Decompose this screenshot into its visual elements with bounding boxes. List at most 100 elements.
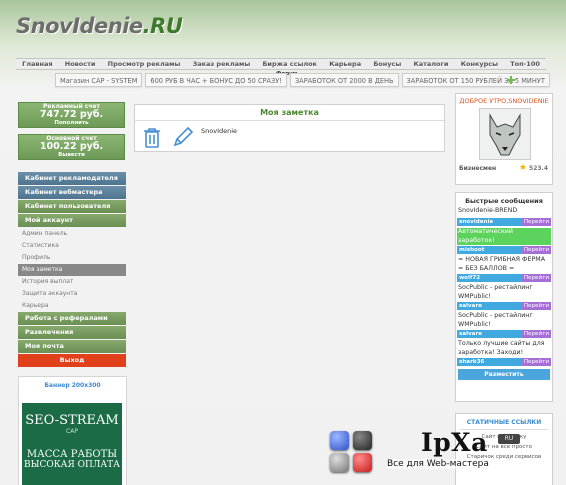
withdraw-link[interactable]: Вывести: [19, 152, 124, 158]
quick-messages-box: Быстрые сообщения SnovIdenie-BREND snovid…: [455, 192, 553, 402]
submenu-payout-history[interactable]: История выплат: [18, 276, 126, 288]
profile-box: ДОБРОЕ УТРО,SNOVIDENIE Бизнесмен ★ 523.4: [455, 93, 553, 185]
ad-balance-box: Рекламный счет 747.72 руб. Пополнить: [18, 102, 125, 128]
quick-message: SocPublic - рестайлинг WMPublic! salvare П…: [456, 282, 552, 310]
plus-icon[interactable]: [506, 75, 516, 85]
menu-user-cabinet[interactable]: Кабинет пользователя: [18, 200, 126, 213]
submenu-profile[interactable]: Профиль: [18, 252, 126, 264]
submenu-career[interactable]: Карьера: [18, 300, 126, 312]
ipxa-tagline: Все для Web-мастера: [387, 459, 489, 469]
quick-message-user[interactable]: salvare: [457, 330, 522, 338]
menu-my-mail[interactable]: Моя почта: [18, 340, 126, 353]
menu-advertiser-cabinet[interactable]: Кабинет рекламодателя: [18, 172, 126, 185]
quick-message-meta: wolf72 Перейти: [457, 274, 551, 282]
star-icon: ★: [518, 163, 527, 173]
ad-ticker: Магазин САР - SYSTEM 600 РУБ В ЧАС + БОН…: [55, 73, 550, 87]
main-balance-box: Основной счет 100.22 руб. Вывести: [18, 134, 125, 160]
quick-message: Только лучшие сайты для заработка! Заход…: [456, 338, 552, 366]
menu-webmaster-cabinet[interactable]: Кабинет вебмастера: [18, 186, 126, 199]
banner-title: Баннер 200x300: [44, 382, 101, 389]
user-status: Бизнесмен: [459, 165, 497, 172]
post-message-button[interactable]: Разместить: [458, 369, 550, 380]
quick-message: = НОВАЯ ГРИБНАЯ ФЕРМА = БЕЗ БАЛЛОВ = wolf…: [456, 254, 552, 282]
logo-text: SnovIdenie: [16, 14, 143, 38]
banner-line1: МАССА РАБОТЫ: [26, 449, 118, 460]
note-panel: Моя заметка SnovIdenie: [134, 104, 445, 152]
quick-message-meta: snovidenie Перейти: [457, 218, 551, 226]
nav-item-top100[interactable]: Топ-100: [510, 60, 540, 68]
note-title: Моя заметка: [135, 105, 444, 121]
goto-link[interactable]: Перейти: [521, 358, 551, 366]
quick-message-meta: mishoot Перейти: [457, 246, 551, 254]
quick-message-meta: salvare Перейти: [457, 302, 551, 310]
banner-box: Баннер 200x300 SEO-STREAM CAP МАССА РАБО…: [18, 376, 127, 485]
menu-my-account[interactable]: Мой аккаунт: [18, 214, 126, 227]
banner-line2: ВЫСОКАЯ ОПЛАТА: [23, 460, 121, 470]
quick-message-user[interactable]: shark36: [457, 358, 522, 366]
social-bubble-grey[interactable]: [330, 453, 349, 472]
quick-message-text: Автоматический заработок!: [457, 228, 551, 245]
ticker-link[interactable]: Магазин САР - SYSTEM: [55, 73, 143, 87]
ticker-link[interactable]: 600 РУБ В ЧАС + БОНУС ДО 50 СРАЗУ!: [145, 73, 287, 87]
submenu-admin-panel[interactable]: Админ панель: [18, 228, 126, 240]
ticker-link[interactable]: ЗАРАБОТОК ОТ 150 РУБЛЕЙ ЗА 5 МИНУТ: [401, 73, 550, 87]
nav-item-career[interactable]: Карьера: [329, 60, 361, 68]
nav-item-view-ads[interactable]: Просмотр рекламы: [108, 60, 181, 68]
banner-ad-image[interactable]: SEO-STREAM CAP МАССА РАБОТЫ ВЫСОКАЯ ОПЛА…: [22, 403, 122, 485]
submenu-account-protection[interactable]: Защита аккаунта: [18, 288, 126, 300]
ticker-link[interactable]: ЗАРАБОТОК ОТ 2000 В ДЕНЬ: [289, 73, 399, 87]
menu-referrals[interactable]: Работа с рефералами: [18, 312, 126, 325]
nav-item-contests[interactable]: Конкурсы: [461, 60, 498, 68]
nav-item-bonuses[interactable]: Бонусы: [373, 60, 401, 68]
rating-display: ★ 523.4: [519, 163, 548, 173]
social-bubble-blue[interactable]: [330, 431, 349, 450]
ad-balance-value: 747.72 руб.: [39, 109, 104, 120]
quick-message-user[interactable]: salvare: [457, 302, 522, 310]
trash-icon[interactable]: [142, 127, 162, 149]
quick-message: Автоматический заработок! mishoot Перейти: [456, 226, 552, 254]
quick-message-user[interactable]: snovidenie: [457, 218, 522, 226]
banner-sub: CAP: [66, 428, 78, 435]
quick-message-meta: salvare Перейти: [457, 330, 551, 338]
quick-message: SnovIdenie-BREND snovidenie Перейти: [456, 205, 552, 226]
quick-message-text: Только лучшие сайты для заработка! Заход…: [458, 340, 545, 356]
nav-item-catalogs[interactable]: Каталоги: [413, 60, 448, 68]
goto-link[interactable]: Перейти: [521, 302, 551, 310]
social-bubble-dark[interactable]: [353, 431, 372, 450]
nav-item-home[interactable]: Главная: [22, 60, 52, 68]
left-menu: Кабинет рекламодателя Кабинет вебмастера…: [18, 172, 126, 368]
note-text: SnovIdenie: [201, 127, 238, 135]
quick-message-user[interactable]: mishoot: [457, 246, 522, 254]
main-nav: Главная Новости Просмотр рекламы Заказ р…: [16, 58, 546, 70]
banner-brand: SEO-STREAM: [25, 413, 119, 428]
social-bubble-red[interactable]: [353, 453, 372, 472]
quick-messages-title: Быстрые сообщения: [465, 197, 543, 205]
submenu-my-note[interactable]: Моя заметка: [18, 264, 126, 276]
quick-message-text: SocPublic - рестайлинг WMPublic!: [458, 312, 533, 328]
goto-link[interactable]: Перейти: [521, 330, 551, 338]
avatar[interactable]: [479, 108, 531, 160]
menu-entertainment[interactable]: Развлечения: [18, 326, 126, 339]
goto-link[interactable]: Перейти: [521, 218, 551, 226]
ipxa-ru-badge: RU: [498, 434, 520, 444]
goto-link[interactable]: Перейти: [521, 274, 551, 282]
quick-message-text: SocPublic - рестайлинг WMPublic!: [458, 284, 533, 300]
nav-item-order-ads[interactable]: Заказ рекламы: [193, 60, 251, 68]
exit-button[interactable]: Выход: [18, 354, 126, 367]
quick-message-user[interactable]: wolf72: [457, 274, 522, 282]
wolf-avatar-image: [489, 113, 521, 156]
submenu-statistics[interactable]: Статистика: [18, 240, 126, 252]
quick-message: SocPublic - рестайлинг WMPublic! salvare П…: [456, 310, 552, 338]
rating-value: 523.4: [529, 165, 548, 172]
nav-item-link-exchange[interactable]: Биржа ссылок: [262, 60, 317, 68]
main-balance-value: 100.22 руб.: [39, 141, 104, 152]
quick-message-text: = НОВАЯ ГРИБНАЯ ФЕРМА = БЕЗ БАЛЛОВ =: [458, 256, 545, 272]
nav-item-news[interactable]: Новости: [65, 60, 96, 68]
ipxa-watermark: IpXa: [421, 428, 488, 457]
topup-link[interactable]: Пополнить: [19, 120, 124, 126]
goto-link[interactable]: Перейти: [521, 246, 551, 254]
quick-message-meta: shark36 Перейти: [457, 358, 551, 366]
site-logo[interactable]: SnovIdenie.RU: [16, 14, 183, 38]
pencil-icon[interactable]: [171, 125, 195, 149]
greeting-text: ДОБРОЕ УТРО,SNOVIDENIE: [459, 97, 549, 105]
